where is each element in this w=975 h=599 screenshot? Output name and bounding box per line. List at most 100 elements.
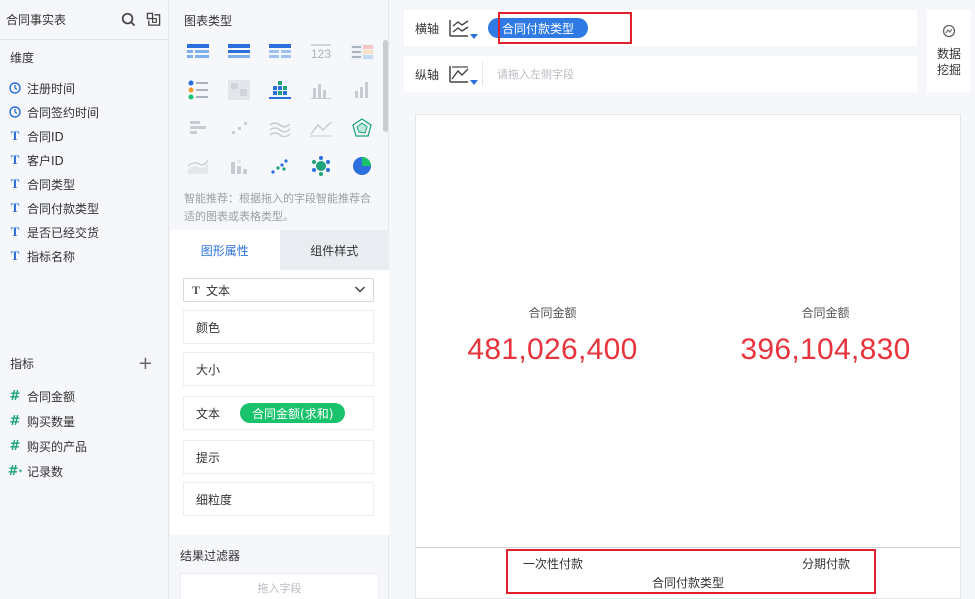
kpi-label: 合同金额 — [801, 306, 850, 320]
switch-table-icon[interactable] — [144, 11, 162, 29]
y-axis-label: 纵轴 — [415, 67, 440, 82]
pie-chart-icon[interactable] — [346, 152, 378, 180]
table-header: 合同事实表 — [0, 0, 168, 40]
text-field-icon: T — [10, 248, 20, 263]
config-panel: 图表类型 123 智能推荐：根据拖入的字段智能推荐合适的图表或表格类型。 图形属… — [170, 0, 389, 599]
table-name[interactable]: 合同事实表 — [6, 11, 112, 28]
tooltip-property[interactable]: 提示 — [183, 440, 374, 474]
clock-icon — [8, 106, 22, 118]
search-icon[interactable] — [119, 11, 137, 29]
highlight-box-x-field — [498, 12, 632, 44]
field-item[interactable]: T 是否已经交货 — [0, 220, 168, 244]
chart-types-title: 图表类型 — [184, 14, 233, 28]
text-field-pill[interactable]: 合同金额(求和) — [240, 403, 346, 423]
line-chart-icon[interactable] — [305, 114, 337, 142]
detail-table-icon[interactable] — [182, 38, 214, 66]
group-table-icon[interactable] — [223, 38, 255, 66]
field-label: 合同付款类型 — [27, 201, 100, 216]
count-field-icon: # * — [7, 464, 23, 479]
field-label: 合同ID — [27, 129, 64, 144]
field-item[interactable]: T 合同类型 — [0, 172, 168, 196]
y-axis-shelf: 纵轴 请拖入左侧字段 — [404, 56, 917, 92]
x-axis-dropdown-icon[interactable] — [470, 34, 478, 39]
chevron-down-icon — [354, 283, 366, 298]
data-mining-button[interactable]: 数据 挖掘 — [927, 10, 971, 92]
number-field-icon: # — [9, 414, 21, 429]
highlight-box-x-categories — [506, 549, 876, 594]
field-label: 指标名称 — [27, 249, 76, 264]
text-field-icon: T — [10, 152, 20, 167]
tab-graphic-properties[interactable]: 图形属性 — [170, 230, 280, 270]
text-field-icon: T — [10, 128, 20, 143]
heatmap-icon[interactable] — [223, 76, 255, 104]
kpi-value: 481,026,400 — [467, 333, 638, 366]
bubble-icon[interactable] — [305, 152, 337, 180]
field-item[interactable]: # 购买的产品 — [0, 434, 169, 459]
field-item[interactable]: T 指标名称 — [0, 244, 168, 268]
multi-line-icon[interactable] — [264, 114, 296, 142]
text-field-icon: T — [10, 200, 20, 215]
x-axis-label: 横轴 — [415, 21, 440, 36]
text-property[interactable]: 文本 合同金额(求和) — [183, 396, 374, 430]
text-type-icon: T — [192, 282, 201, 297]
scatter-icon[interactable] — [264, 152, 296, 180]
field-item[interactable]: T 合同ID — [0, 124, 168, 148]
y-axis-sort-icon[interactable] — [448, 62, 482, 86]
y-axis-dropdown-icon[interactable] — [470, 80, 478, 85]
field-label: 合同类型 — [27, 177, 76, 192]
property-tabs: 图形属性 组件样式 — [170, 230, 389, 270]
x-axis-shelf: 横轴 合同付款类型 — [404, 10, 917, 46]
field-label: 记录数 — [27, 465, 64, 479]
kpi-one-time-payment: 合同金额 481,026,400 — [416, 304, 689, 367]
field-label: 购买的产品 — [27, 440, 88, 454]
number-field-icon: # — [9, 439, 21, 454]
cross-table-icon[interactable] — [264, 38, 296, 66]
granularity-property[interactable]: 细粒度 — [183, 482, 374, 516]
x-axis-sort-icon[interactable] — [448, 16, 482, 40]
clock-icon — [8, 82, 22, 94]
result-filter-title: 结果过滤器 — [180, 549, 241, 563]
field-item[interactable]: 注册时间 — [0, 76, 168, 100]
tab-component-style[interactable]: 组件样式 — [279, 230, 389, 270]
field-item[interactable]: # * 记录数 — [0, 459, 169, 484]
kpi-value: 396,104,830 — [740, 333, 911, 366]
dimensions-title: 维度 — [10, 51, 35, 65]
scatter-step-icon[interactable] — [223, 114, 255, 142]
smart-recommend-hint: 智能推荐：根据拖入的字段智能推荐合适的图表或表格类型。 — [184, 192, 371, 223]
chart-canvas: 合同金额 481,026,400 合同金额 396,104,830 一次性付款 … — [415, 114, 961, 599]
text-field-icon: T — [10, 176, 20, 191]
bar-chart-icon[interactable] — [305, 76, 337, 104]
field-item[interactable]: 合同签约时间 — [0, 100, 168, 124]
field-label: 合同签约时间 — [27, 105, 100, 120]
field-label: 客户ID — [27, 153, 64, 168]
field-item[interactable]: T 客户ID — [0, 148, 168, 172]
data-mining-icon — [942, 24, 956, 42]
mark-type-value: 文本 — [206, 283, 231, 298]
measures-header: 指标 + — [0, 346, 169, 382]
field-item[interactable]: # 购买数量 — [0, 409, 169, 434]
field-item[interactable]: T 合同付款类型 — [0, 196, 168, 220]
area-chart-icon[interactable] — [182, 152, 214, 180]
mark-type-select[interactable]: T 文本 — [183, 278, 374, 302]
kpi-installment-payment: 合同金额 396,104,830 — [689, 304, 962, 367]
color-property[interactable]: 颜色 — [183, 310, 374, 344]
plus-icon[interactable]: + — [138, 346, 153, 382]
chart-grid-scrollbar[interactable] — [383, 40, 388, 132]
kpi-number-icon[interactable]: 123 — [305, 38, 337, 66]
measures-title: 指标 — [10, 357, 35, 371]
size-property[interactable]: 大小 — [183, 352, 374, 386]
colored-table-icon[interactable] — [346, 38, 378, 66]
field-label: 是否已经交货 — [27, 225, 100, 240]
result-filter-dropzone[interactable]: 拖入字段 — [180, 573, 379, 599]
svg-text:123: 123 — [311, 47, 331, 61]
field-panel: 合同事实表 维度 注册时间合同签约时间 T 合同ID T 客户ID T 合同类型 T 合同付款类… — [0, 0, 169, 599]
field-item[interactable]: # 合同金额 — [0, 384, 169, 409]
stacked-bar-icon[interactable] — [346, 76, 378, 104]
y-axis-dropzone[interactable]: 请拖入左侧字段 — [497, 66, 574, 82]
graphic-properties-panel: T 文本 颜色 大小 文本 合同金额(求和) 提示 细粒度 — [170, 270, 389, 535]
horizontal-bar-icon[interactable] — [182, 114, 214, 142]
dot-grid-icon[interactable] — [264, 76, 296, 104]
radar-chart-icon[interactable] — [346, 114, 378, 142]
waterfall-bar-icon[interactable] — [223, 152, 255, 180]
multi-metric-icon[interactable] — [182, 76, 214, 104]
